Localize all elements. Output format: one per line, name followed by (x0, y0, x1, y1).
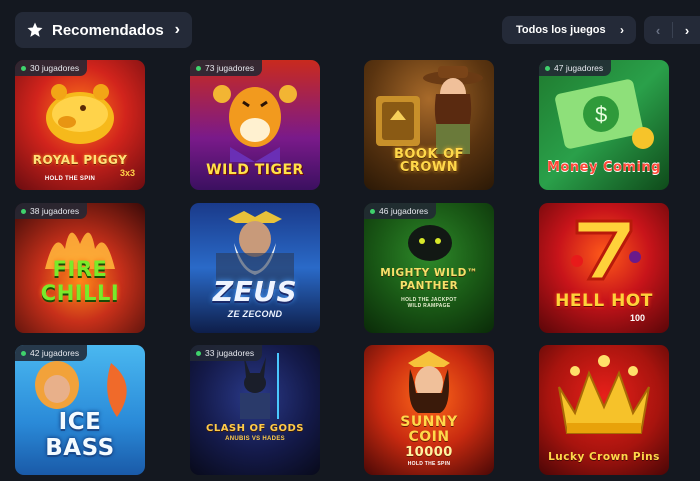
game-subtitle: ANUBIS VS HADES (225, 436, 285, 442)
svg-text:$: $ (595, 102, 607, 127)
game-subtitle: HOLD THE SPIN (44, 176, 96, 182)
game-subtitle: HOLD THE SPIN (407, 461, 451, 467)
players-count: 46 jugadores (379, 206, 429, 216)
players-count: 73 jugadores (205, 63, 255, 73)
players-badge: 30 jugadores (15, 60, 88, 76)
chevron-right-icon: › (620, 23, 624, 37)
game-title: ZEUS (212, 275, 298, 308)
game-title: SUNNY COIN (400, 414, 458, 445)
game-title: ICE BASS (45, 409, 115, 461)
game-tile-ice-bass[interactable]: ICE BASS 42 jugadores (15, 345, 145, 475)
chevron-right-icon: › (174, 21, 180, 38)
players-count: 42 jugadores (30, 348, 80, 358)
game-tile-hell-hot-100[interactable]: HELL HOT 100 (539, 203, 669, 333)
players-badge: 38 jugadores (15, 203, 88, 219)
all-games-label: Todos los juegos (516, 24, 606, 36)
panther-illustration (408, 225, 452, 261)
crown-illustration (558, 355, 650, 434)
players-count: 33 jugadores (205, 348, 255, 358)
players-badge: 46 jugadores (364, 203, 437, 219)
online-dot (21, 208, 26, 214)
game-tile-sunny-coin[interactable]: SUNNY COIN 10000 HOLD THE SPIN (364, 345, 494, 475)
players-badge: 47 jugadores (539, 60, 612, 76)
game-tile-clash-of-gods[interactable]: CLASH OF GODS ANUBIS VS HADES 33 jugador… (190, 345, 320, 475)
section-title: Recomendados (52, 21, 164, 39)
all-games-button[interactable]: Todos los juegos › (502, 16, 636, 44)
online-dot (196, 350, 201, 356)
game-title: Money Coming (547, 160, 661, 175)
online-dot (370, 208, 375, 214)
game-tile-wild-tiger[interactable]: WILD TIGER 73 jugadores (190, 60, 320, 190)
players-count: 30 jugadores (30, 63, 80, 73)
game-title: BOOK OF CROWN (393, 147, 465, 175)
game-tile-zeus[interactable]: ZEUS ZE ZECOND (190, 203, 320, 333)
carousel-pager: ‹ › (644, 16, 700, 44)
explorer-illustration (423, 66, 483, 154)
game-tile-money-coming[interactable]: $ Money Coming 47 jugadores (539, 60, 669, 190)
game-tile-fire-chilli[interactable]: FIRE CHILLI 38 jugadores (15, 203, 145, 333)
next-page-button[interactable]: › (673, 23, 700, 38)
players-count: 47 jugadores (554, 63, 604, 73)
game-title: FIRE CHILLI (40, 257, 120, 305)
recommended-header-button[interactable]: Recomendados › (15, 12, 192, 48)
game-title: HELL HOT (555, 291, 653, 311)
online-dot (545, 65, 550, 71)
game-title-extra: 3x3 (119, 168, 135, 178)
game-title-extra: 100 (629, 313, 645, 323)
game-title: WILD TIGER (206, 162, 304, 178)
game-title: Lucky Crown Pins (548, 451, 660, 463)
anubis-illustration (240, 353, 279, 419)
online-dot (21, 350, 26, 356)
game-subtitle: ZE ZECOND (227, 309, 283, 319)
game-title: ROYAL PIGGY (32, 153, 128, 167)
prev-page-button[interactable]: ‹ (644, 23, 672, 38)
players-count: 38 jugadores (30, 206, 80, 216)
game-title: CLASH OF GODS (205, 423, 305, 434)
online-dot (21, 65, 26, 71)
game-title: MIGHTY WILD™ PANTHER (380, 267, 478, 292)
queen-illustration (408, 351, 450, 413)
piggy-illustration (46, 84, 114, 144)
players-badge: 73 jugadores (190, 60, 263, 76)
online-dot (196, 65, 201, 71)
star-icon (27, 22, 43, 37)
game-tile-lucky-crown-pins[interactable]: Lucky Crown Pins (539, 345, 669, 475)
game-subtitle: HOLD THE JACKPOT WILD RAMPAGE (401, 297, 457, 309)
tiger-illustration (213, 85, 297, 162)
players-badge: 33 jugadores (190, 345, 263, 361)
game-tile-book-of-crown[interactable]: BOOK OF CROWN (364, 60, 494, 190)
seven-illustration (571, 219, 641, 281)
game-tile-mighty-wild-panther[interactable]: MIGHTY WILD™ PANTHER HOLD THE JACKPOT WI… (364, 203, 494, 333)
game-title-extra: 10000 (405, 445, 453, 460)
game-tile-royal-piggy[interactable]: ROYAL PIGGY HOLD THE SPIN 3x3 30 jugador… (15, 60, 145, 190)
money-illustration: $ (555, 79, 654, 149)
players-badge: 42 jugadores (15, 345, 88, 361)
